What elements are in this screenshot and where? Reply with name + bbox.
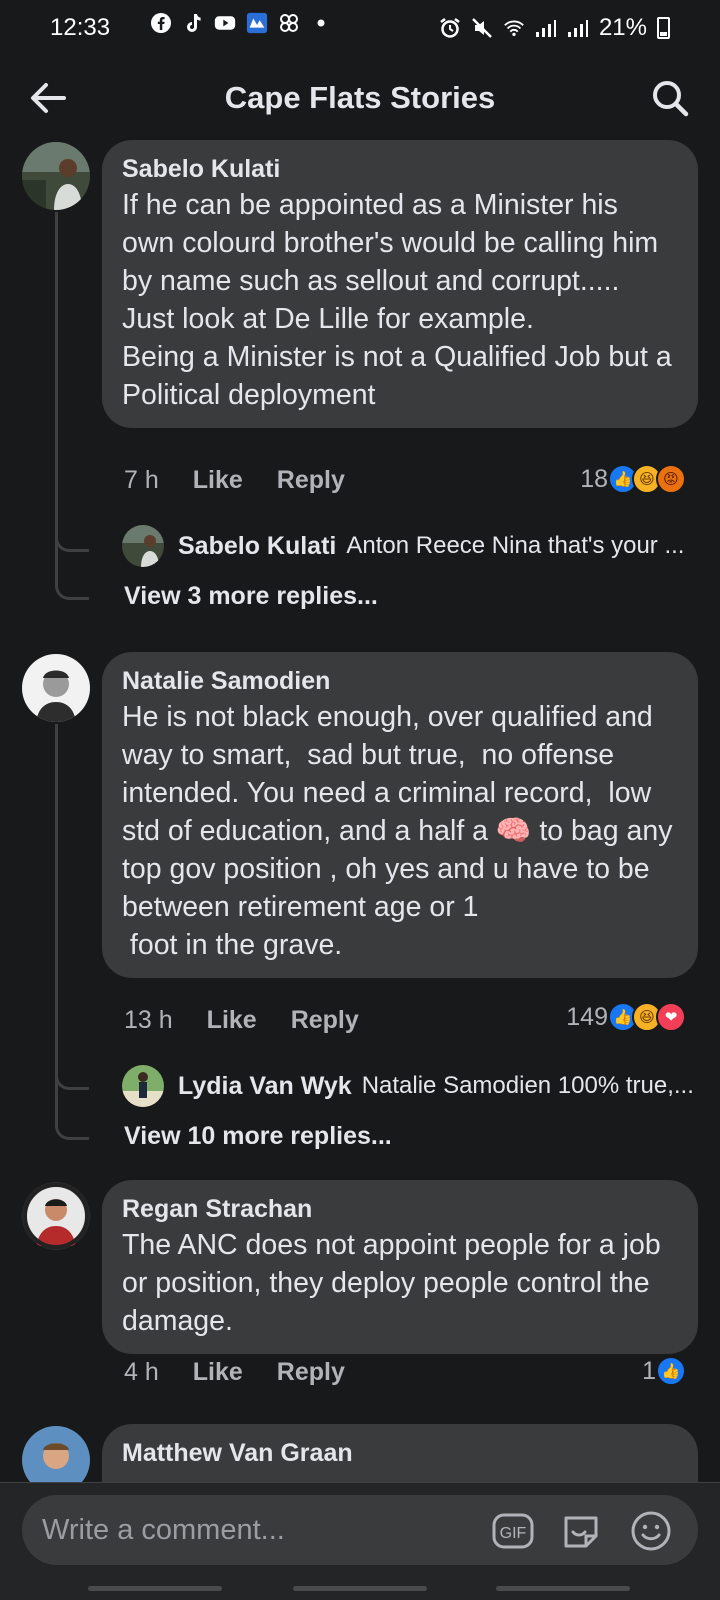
comment-actions: 13 h Like Reply — [124, 1006, 359, 1035]
news-app-icon — [246, 12, 268, 34]
like-button[interactable]: Like — [193, 1358, 243, 1387]
status-bar: 12:33 21% — [0, 0, 720, 56]
reaction-count: 149 — [566, 1002, 608, 1031]
comment-text: If he can be appointed as a Minister his… — [122, 189, 672, 411]
notification-icons — [150, 12, 332, 34]
comment-bubble: Matthew Van Graan — [102, 1424, 698, 1482]
gif-label: GIF — [500, 1525, 527, 1542]
sticker-icon[interactable] — [560, 1510, 602, 1552]
comment-time: 13 h — [124, 1006, 173, 1034]
comment-actions: 4 h Like Reply — [124, 1358, 345, 1387]
reply-button[interactable]: Reply — [277, 466, 345, 495]
reaction-summary[interactable]: 18 👍 😆 😡 — [580, 464, 686, 494]
comment-input[interactable] — [42, 1495, 482, 1565]
alarm-icon — [439, 17, 461, 39]
nav-back-handle[interactable] — [496, 1586, 630, 1591]
system-icons: 21% — [439, 14, 670, 42]
mute-icon — [471, 17, 493, 39]
reaction-summary[interactable]: 1 👍 — [642, 1356, 686, 1386]
system-navigation-bar — [0, 1584, 720, 1600]
comment-list[interactable]: Sabelo Kulati If he can be appointed as … — [0, 140, 720, 1482]
comment-time: 4 h — [124, 1358, 159, 1386]
avatar[interactable] — [22, 1426, 90, 1482]
thread-line — [55, 1062, 89, 1140]
reply-preview[interactable]: Lydia Van Wyk Natalie Samodien 100% true… — [122, 1064, 702, 1108]
dot-icon — [310, 12, 332, 34]
tiktok-icon — [182, 12, 204, 34]
love-reaction-icon: ❤ — [656, 1002, 686, 1032]
avatar — [122, 525, 164, 567]
like-button[interactable]: Like — [207, 1006, 257, 1035]
youtube-icon — [214, 12, 236, 34]
gif-button[interactable]: GIF — [492, 1510, 534, 1552]
page-title: Cape Flats Stories — [224, 80, 496, 115]
wifi-icon — [503, 17, 525, 39]
signal-icon — [567, 17, 589, 39]
reply-author: Sabelo Kulati — [178, 531, 337, 560]
reply-button[interactable]: Reply — [291, 1006, 359, 1035]
nav-recents-handle[interactable] — [88, 1586, 222, 1591]
emoji-icon[interactable] — [630, 1510, 672, 1552]
signal-icon — [535, 17, 557, 39]
view-more-replies-link[interactable]: View 10 more replies... — [124, 1122, 392, 1151]
reaction-summary[interactable]: 149 👍 😆 ❤ — [566, 1002, 686, 1032]
comment-bubble: Sabelo Kulati If he can be appointed as … — [102, 140, 698, 428]
battery-percent: 21% — [598, 14, 647, 41]
pinwheel-icon — [278, 12, 300, 34]
comment-text: He is not black enough, over qualified a… — [122, 701, 673, 961]
reply-text: Anton Reece Nina that's your ... — [346, 532, 685, 559]
avatar[interactable] — [22, 654, 90, 722]
angry-reaction-icon: 😡 — [656, 464, 686, 494]
avatar[interactable] — [22, 1182, 90, 1250]
thread-line — [55, 212, 89, 552]
thread-line — [55, 724, 89, 1090]
comment-text: The ANC does not appoint people for a jo… — [122, 1229, 669, 1337]
reply-text: Natalie Samodien 100% true,... — [361, 1072, 694, 1099]
comment-author[interactable]: Sabelo Kulati — [122, 152, 678, 186]
status-time: 12:33 — [50, 14, 111, 41]
comment-author[interactable]: Matthew Van Graan — [122, 1436, 678, 1470]
avatar — [122, 1065, 164, 1107]
comment-author[interactable]: Natalie Samodien — [122, 664, 678, 698]
comment-composer: GIF — [22, 1495, 698, 1565]
comment-actions: 7 h Like Reply — [124, 466, 345, 495]
like-reaction-icon: 👍 — [656, 1356, 686, 1386]
comment-bubble: Regan Strachan The ANC does not appoint … — [102, 1180, 698, 1354]
top-app-bar: Cape Flats Stories — [0, 60, 720, 140]
view-more-replies-link[interactable]: View 3 more replies... — [124, 582, 378, 611]
nav-home-handle[interactable] — [293, 1586, 427, 1591]
battery-icon — [657, 17, 670, 39]
reply-button[interactable]: Reply — [277, 1358, 345, 1387]
comment-composer-bar: GIF — [0, 1482, 720, 1600]
reply-author: Lydia Van Wyk — [178, 1071, 352, 1100]
avatar[interactable] — [22, 142, 90, 210]
search-icon[interactable] — [648, 76, 692, 120]
comment-author[interactable]: Regan Strachan — [122, 1192, 678, 1226]
thread-line — [55, 520, 89, 600]
comment-time: 7 h — [124, 466, 159, 494]
comment-bubble: Natalie Samodien He is not black enough,… — [102, 652, 698, 978]
like-button[interactable]: Like — [193, 466, 243, 495]
reaction-count: 1 — [642, 1356, 656, 1385]
reaction-count: 18 — [580, 464, 608, 493]
facebook-icon — [150, 12, 172, 34]
reply-preview[interactable]: Sabelo Kulati Anton Reece Nina that's yo… — [122, 524, 702, 568]
